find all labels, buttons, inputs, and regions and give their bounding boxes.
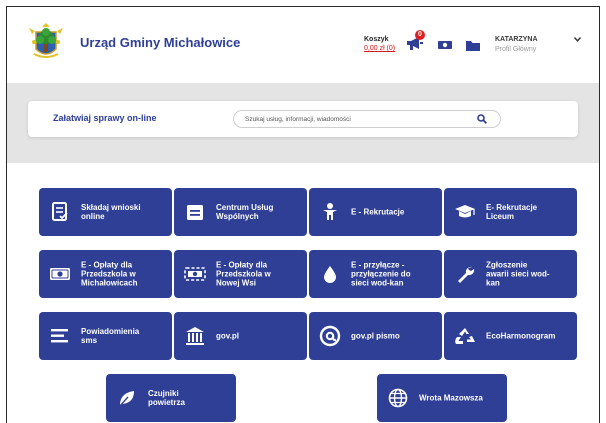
form-icon [49,201,71,223]
service-tiles: Składaj wnioski online Centrum Usług Wsp… [7,163,599,423]
wrench-icon [454,263,476,285]
tile-cuw[interactable]: Centrum Usług Wspólnych [174,188,307,236]
tile-label: E - Opłaty dla Przedszkola w Nowej Wsi [216,260,271,288]
search-input[interactable] [233,110,501,128]
tile-powiadomienia[interactable]: Powiadomienia sms [39,312,172,360]
institution-icon [184,325,206,347]
at-icon [319,325,341,347]
site-header: Urząd Gminy Michałowice Koszyk 0,00 zł (… [7,7,599,83]
tile-przylacze[interactable]: E - przyłącze - przyłączenie do sieci wo… [309,250,442,298]
cart[interactable]: Koszyk 0,00 zł (0) [364,35,395,53]
tile-wrota-mazowsza[interactable]: Wrota Mazowsza [377,374,507,422]
tile-label: gov.pl [216,331,239,341]
user-menu[interactable]: KATARZYNA Profil Główny [495,35,538,55]
water-drop-icon [319,263,341,285]
tile-e-rekrutacje-liceum[interactable]: E- Rekrutacje Liceum [444,188,577,236]
tile-label: Czujniki powietrza [148,389,185,407]
globe-icon [387,387,409,409]
coat-of-arms-logo[interactable] [26,22,66,62]
tile-oplaty-michalowice[interactable]: E - Opłaty dla Przedszkola w Michałowica… [39,250,172,298]
search-card: Załatwiaj sprawy on-line [28,101,578,137]
cart-title: Koszyk [364,36,389,43]
tile-label: Wrota Mazowsza [419,393,483,403]
tile-ecoharmonogram[interactable]: EcoHarmonogram [444,312,577,360]
search-section: Załatwiaj sprawy on-line [7,83,599,163]
tile-czujniki[interactable]: Czujniki powietrza [106,374,236,422]
tile-oplaty-nowa-wies[interactable]: E - Opłaty dla Przedszkola w Nowej Wsi [174,250,307,298]
money-icon[interactable] [438,40,452,50]
chevron-down-icon[interactable] [574,37,581,42]
graduation-cap-icon [454,201,476,223]
tile-label: Składaj wnioski online [81,203,141,221]
tile-label: Powiadomienia sms [81,327,140,345]
tile-gov-pl-pismo[interactable]: gov.pl pismo [309,312,442,360]
user-profile: Profil Główny [495,46,537,53]
site-title[interactable]: Urząd Gminy Michałowice [80,35,240,50]
search-icon[interactable] [477,114,487,124]
tile-label: E- Rekrutacje Liceum [486,203,538,221]
search-label: Załatwiaj sprawy on-line [53,113,157,123]
money-icon [49,263,71,285]
notification-badge: 0 [415,30,425,40]
tile-label: E - Rekrutacje [351,207,405,217]
leaf-icon [116,387,138,409]
tile-e-rekrutacje[interactable]: E - Rekrutacje [309,188,442,236]
tile-label: EcoHarmonogram [486,331,556,341]
user-name: KATARZYNA [495,36,538,43]
tile-label: gov.pl pismo [351,331,400,341]
tile-label: E - przyłącze - przyłączenie do sieci wo… [351,260,411,288]
tile-label: Centrum Usług Wspólnych [216,203,274,221]
tile-label: Zgłoszenie awarii sieci wod- kan [486,260,550,288]
child-icon [319,201,341,223]
tile-awaria[interactable]: Zgłoszenie awarii sieci wod- kan [444,250,577,298]
tile-wnioski[interactable]: Składaj wnioski online [39,188,172,236]
cart-value[interactable]: 0,00 zł (0) [364,44,395,53]
tile-gov-pl[interactable]: gov.pl [174,312,307,360]
recycle-icon [454,325,476,347]
money-dashed-icon [184,263,206,285]
browser-frame: Urząd Gminy Michałowice Koszyk 0,00 zł (… [6,6,600,423]
building-icon [184,201,206,223]
folder-icon[interactable] [466,40,480,51]
tile-label: E - Opłaty dla Przedszkola w Michałowica… [81,260,138,288]
list-icon [49,325,71,347]
